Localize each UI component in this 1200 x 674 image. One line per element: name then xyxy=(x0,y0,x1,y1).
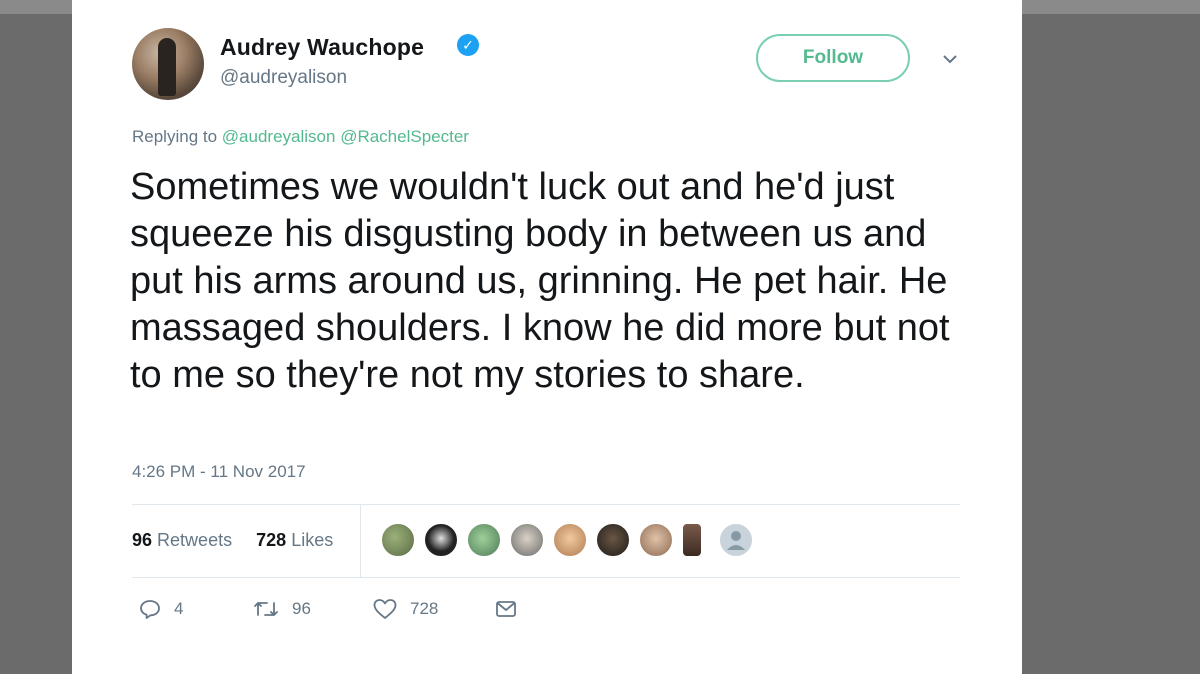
likes-label[interactable]: Likes xyxy=(291,530,333,550)
liker-avatar[interactable] xyxy=(423,522,459,558)
reply-button[interactable]: 4 xyxy=(138,597,183,621)
liker-avatar-default[interactable] xyxy=(718,522,754,558)
like-button[interactable]: 728 xyxy=(372,597,438,621)
replying-to: Replying to @audreyalison @RachelSpecter xyxy=(132,127,469,147)
heart-icon xyxy=(372,597,398,621)
retweet-count: 96 xyxy=(292,599,311,618)
retweets-label[interactable]: Retweets xyxy=(157,530,232,550)
stats-separator xyxy=(360,505,361,577)
avatar-figure xyxy=(158,38,176,96)
liker-avatar[interactable] xyxy=(552,522,588,558)
mention-link[interactable]: @RachelSpecter xyxy=(340,127,469,146)
author-name[interactable]: Audrey Wauchope xyxy=(220,34,424,61)
envelope-icon xyxy=(494,597,518,621)
mention-link[interactable]: @audreyalison xyxy=(222,127,336,146)
divider xyxy=(132,504,960,505)
liker-avatar[interactable] xyxy=(638,522,674,558)
tweet-timestamp[interactable]: 4:26 PM - 11 Nov 2017 xyxy=(132,462,306,482)
replying-to-label: Replying to xyxy=(132,127,218,146)
tweet-text: Sometimes we wouldn't luck out and he'd … xyxy=(130,166,950,396)
liker-avatar[interactable] xyxy=(595,522,631,558)
avatar[interactable] xyxy=(132,28,204,100)
likes-count[interactable]: 728 xyxy=(256,530,286,550)
retweet-button[interactable]: 96 xyxy=(252,597,311,621)
tweet-stats: 96 Retweets 728 Likes xyxy=(132,530,333,551)
author-handle[interactable]: @audreyalison xyxy=(220,67,347,89)
tweet-card: Audrey Wauchope ✓ @audreyalison Follow R… xyxy=(72,0,1022,674)
liker-avatar[interactable] xyxy=(509,522,545,558)
liker-avatar[interactable] xyxy=(380,522,416,558)
retweet-icon xyxy=(252,597,280,621)
message-button[interactable] xyxy=(494,597,518,621)
divider xyxy=(132,577,960,578)
reply-icon xyxy=(138,597,162,621)
verified-badge-icon: ✓ xyxy=(457,34,479,56)
retweets-count[interactable]: 96 xyxy=(132,530,152,550)
chevron-down-icon[interactable] xyxy=(942,48,958,69)
liker-avatar[interactable] xyxy=(681,522,703,558)
reply-count: 4 xyxy=(174,599,184,618)
like-count: 728 xyxy=(410,599,439,618)
follow-button[interactable]: Follow xyxy=(756,34,910,82)
liker-avatar[interactable] xyxy=(466,522,502,558)
